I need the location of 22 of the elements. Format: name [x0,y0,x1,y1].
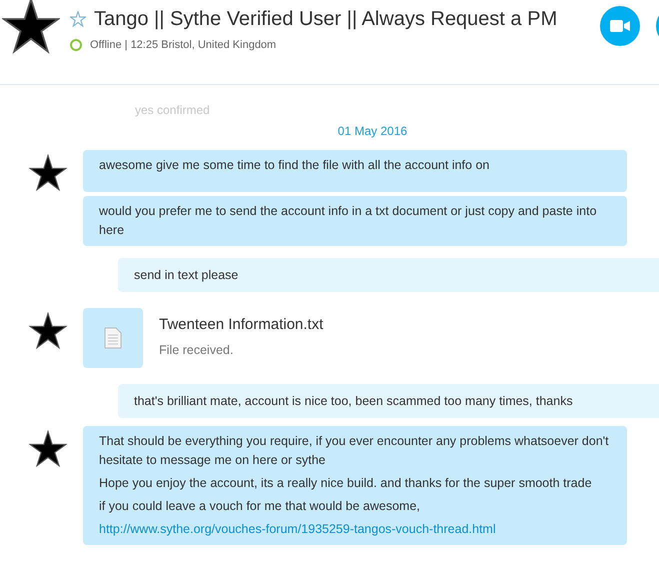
message-text: That should be everything you require, if you ever encounter any problems whatsoever don't hesitate to message me on here or sythe [99,433,610,469]
video-camera-icon [610,20,630,32]
avatar-icon [29,154,67,192]
status-text: Offline | 12:25 Bristol, United Kingdom [90,38,276,53]
document-icon [104,327,122,349]
message-text: would you prefer me to send the account info in a txt document or just copy and paste into here [99,203,598,239]
message-text: Hope you enjoy the account, its a really nice build. and thanks for the super smooth trade [99,475,593,492]
presence-icon [70,39,82,52]
date-divider: 01 May 2016 [338,123,408,140]
message-text: if you could leave a vouch for me that would be awesome, [99,498,422,515]
file-status: File received. [159,342,234,358]
file-thumbnail[interactable] [83,308,143,368]
message-text: awesome give me some time to find the file with all the account info on [99,157,490,174]
avatar-icon [29,430,67,468]
message-text: send in text please [134,267,238,284]
message-text: that's brilliant mate, account is nice too, been scammed too many times, thanks [134,393,573,410]
contact-name: Tango || Sythe Verified User || Always Request a PM [94,7,558,32]
avatar-icon [2,0,60,55]
favorite-star-icon[interactable] [70,11,86,27]
video-call-button[interactable] [600,6,640,46]
file-name[interactable]: Twenteen Information.txt [159,314,324,336]
avatar-icon [29,312,67,350]
